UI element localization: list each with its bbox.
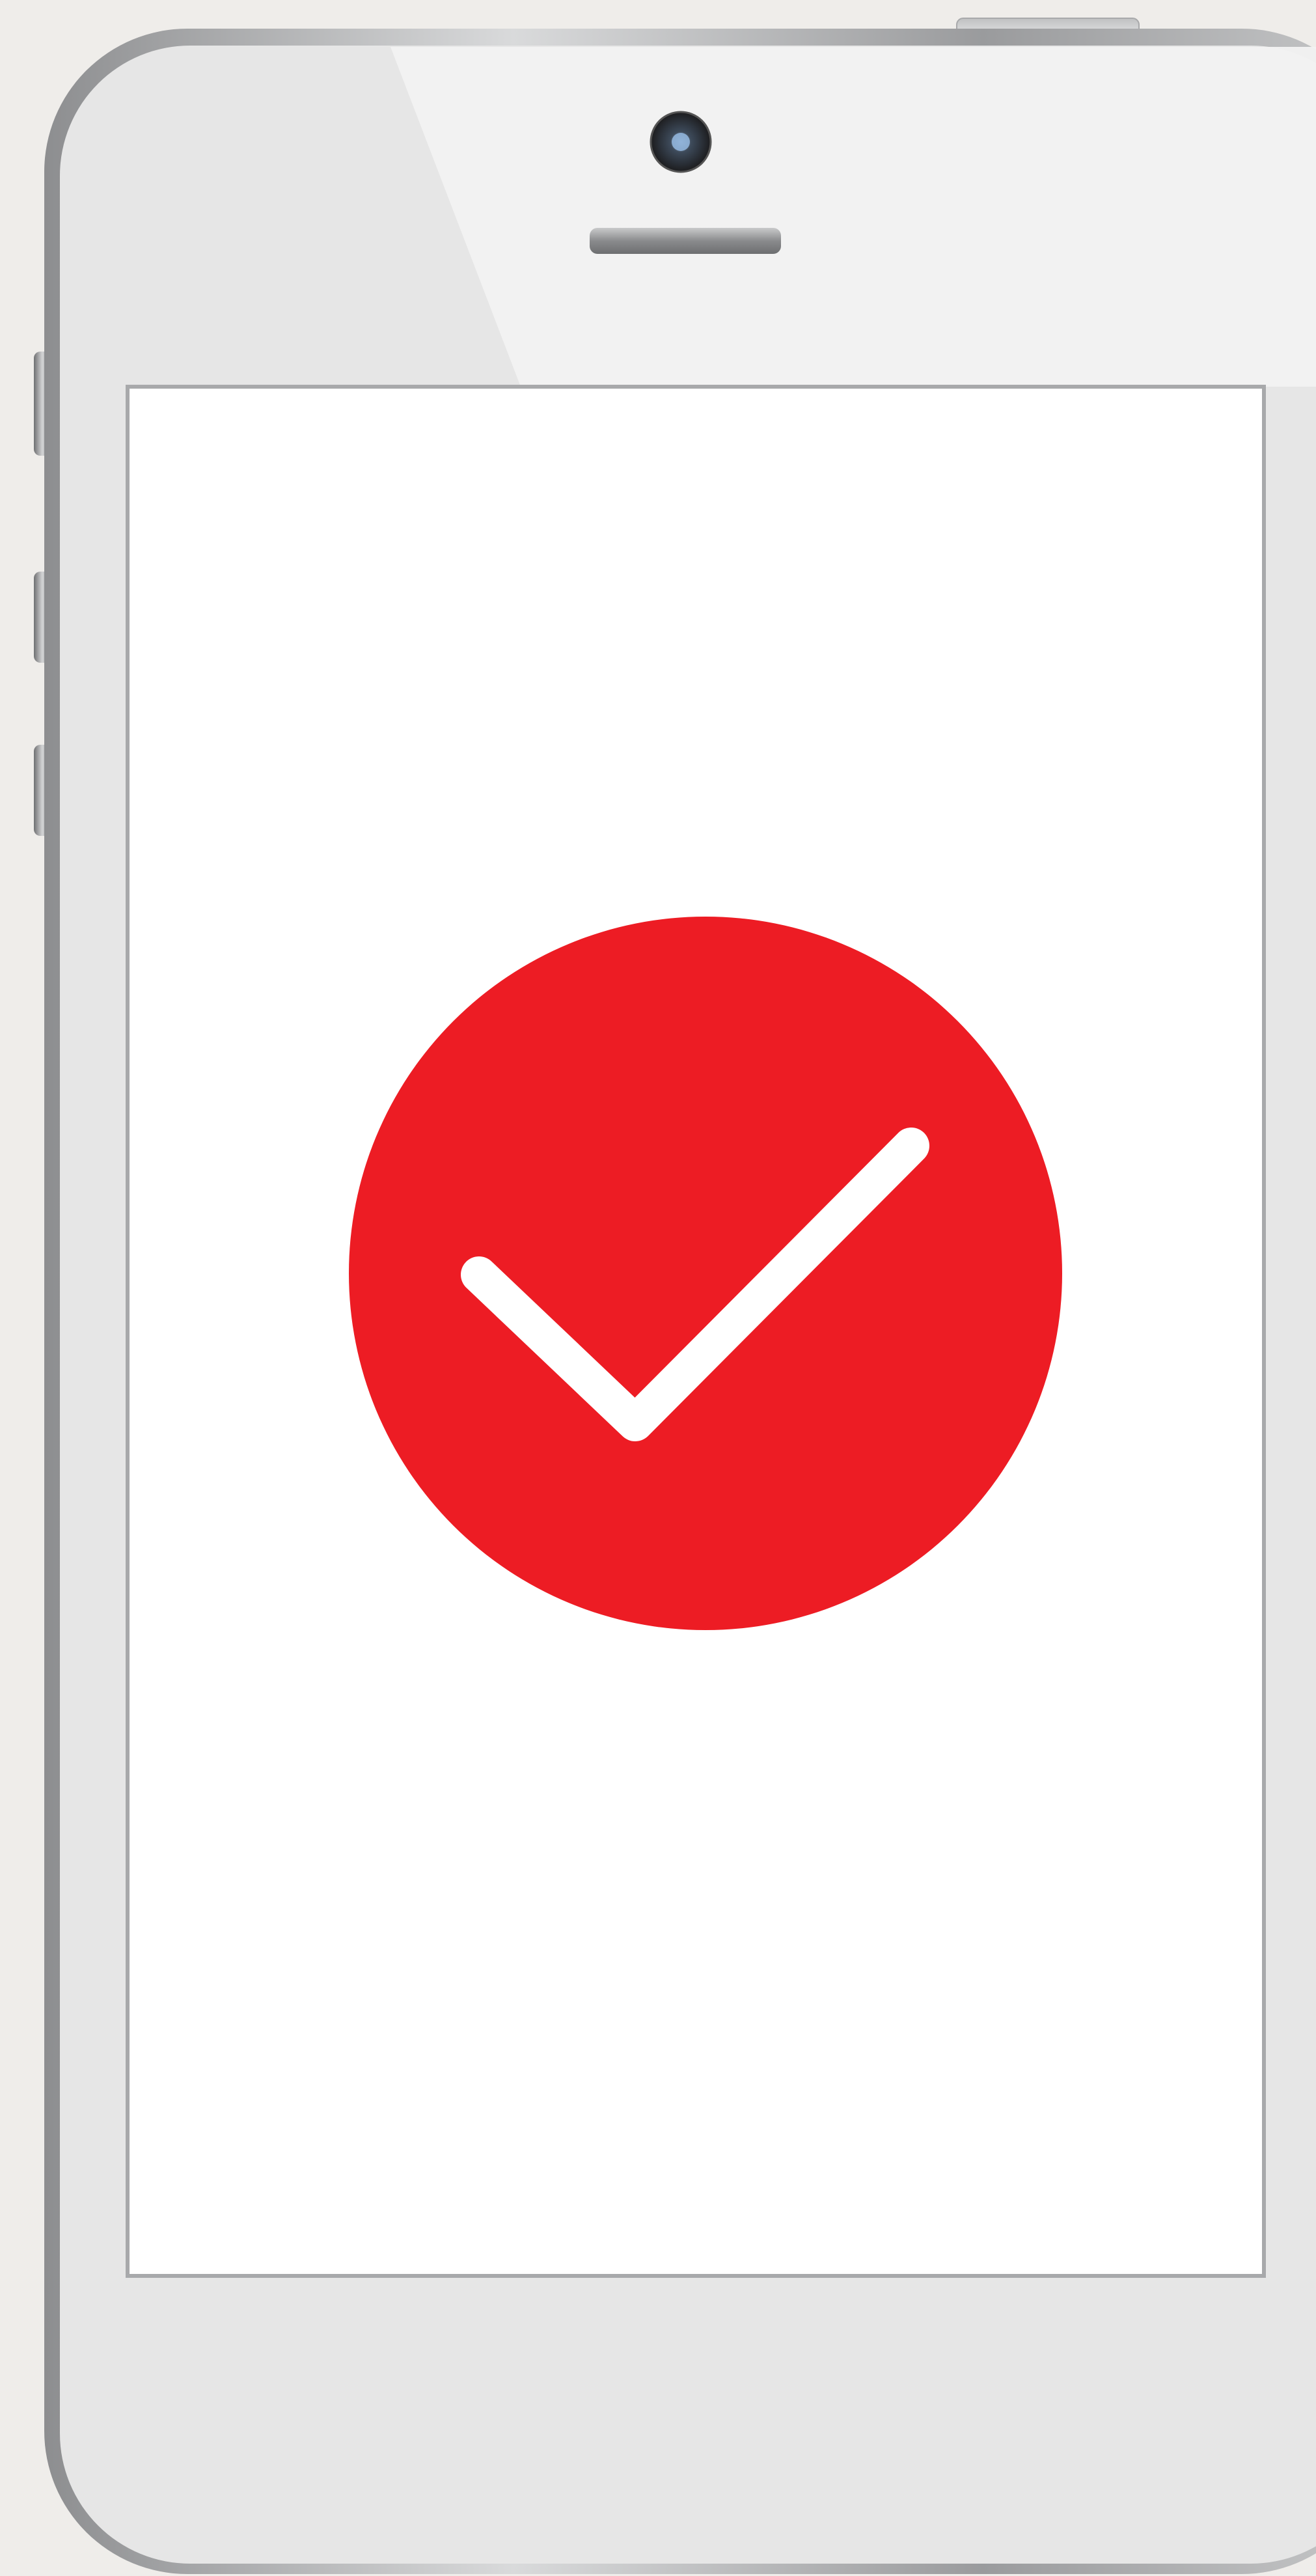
phone-mockup-scene bbox=[0, 0, 1316, 2576]
glass-glare bbox=[391, 47, 1316, 387]
earpiece-speaker bbox=[590, 228, 781, 254]
check-badge-circle bbox=[349, 917, 1062, 1630]
phone-illustration bbox=[34, 18, 1316, 2574]
checkmark-circle-icon bbox=[349, 917, 1062, 1630]
